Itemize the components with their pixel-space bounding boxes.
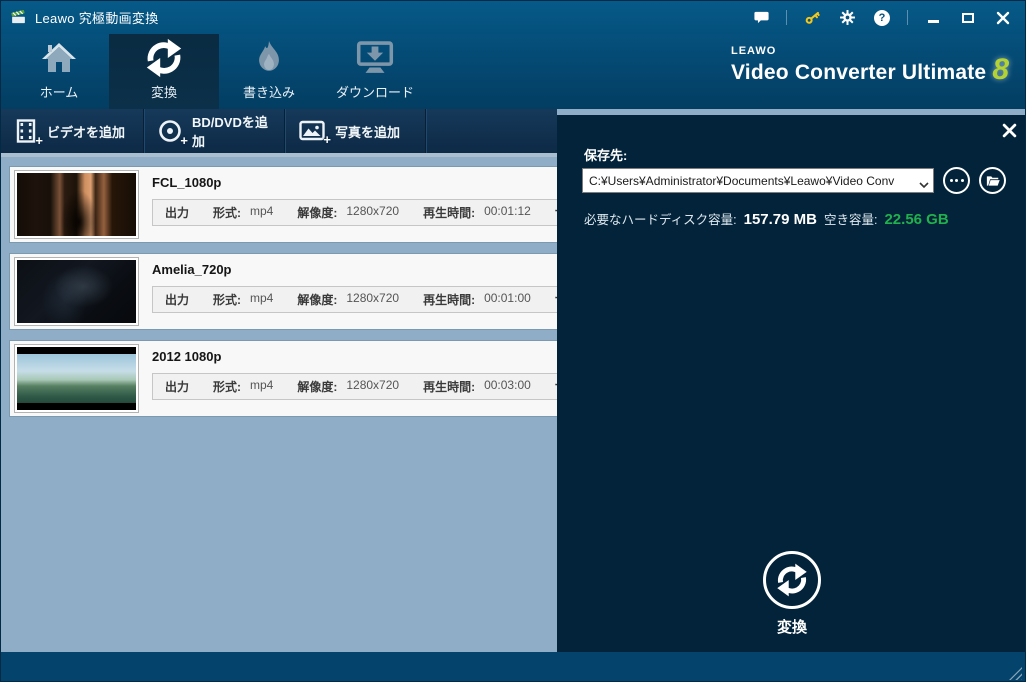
resolution-label: 解像度: <box>297 380 338 394</box>
format-value: mp4 <box>250 291 274 305</box>
add-video-button[interactable]: + ビデオを追加 <box>1 109 143 153</box>
titlebar-separator <box>786 10 787 25</box>
open-folder-button[interactable] <box>979 167 1006 194</box>
navbar: ホーム 変換 書き込み ダウンロード LEAWO Video Converter… <box>1 34 1025 109</box>
add-video-label: ビデオを追加 <box>47 124 126 140</box>
video-thumbnail <box>14 344 139 413</box>
resolution-value: 1280x720 <box>346 204 400 218</box>
ellipsis-icon <box>949 179 964 182</box>
capacity-info: 必要なハードディスク容量: 157.79 MB 空き容量: 22.56 GB <box>584 209 949 228</box>
tab-convert-label: 変換 <box>150 85 177 100</box>
resize-grip[interactable] <box>1009 667 1022 680</box>
duration-label: 再生時間: <box>423 293 476 307</box>
app-window: Leawo 究極動画変換 ? ホーム 変換 書き込み ダウンロード LEAWO … <box>0 0 1026 682</box>
output-label: 出力 <box>165 293 190 307</box>
tab-download-label: ダウンロード <box>335 85 414 100</box>
filmstrip-plus-icon: + <box>15 119 43 148</box>
download-icon <box>356 35 394 81</box>
save-destination-label: 保存先: <box>584 148 628 163</box>
window-title: Leawo 究極動画変換 <box>35 11 159 26</box>
disc-plus-icon: + <box>158 119 188 148</box>
format-label: 形式: <box>213 380 242 394</box>
maximize-button[interactable] <box>958 8 978 28</box>
output-label: 出力 <box>165 380 190 394</box>
resolution-value: 1280x720 <box>346 291 400 305</box>
flame-icon <box>252 35 286 81</box>
folder-icon <box>986 175 1000 186</box>
product-name: Video Converter Ultimate <box>730 61 987 84</box>
convert-button-label: 変換 <box>776 619 807 636</box>
register-key-icon[interactable] <box>802 8 822 28</box>
format-label: 形式: <box>213 293 242 307</box>
brand-name: LEAWO <box>730 45 777 57</box>
duration-value: 00:01:12 <box>484 204 531 218</box>
convert-button[interactable] <box>763 551 821 609</box>
convert-sync-icon <box>143 35 185 81</box>
minimize-button[interactable] <box>923 8 943 28</box>
add-photo-button[interactable]: + 写真を追加 <box>285 109 425 153</box>
convert-panel: 保存先: 必要なハードディスク容量: 157.79 MB 空き容量: 22.56… <box>557 115 1025 652</box>
tab-home[interactable]: ホーム <box>9 34 109 109</box>
video-thumbnail <box>14 257 139 326</box>
add-photo-label: 写真を追加 <box>335 124 401 140</box>
duration-label: 再生時間: <box>423 380 476 394</box>
save-path-input[interactable] <box>582 168 934 193</box>
statusbar <box>1 652 1025 681</box>
tab-download[interactable]: ダウンロード <box>319 34 431 109</box>
free-space-label: 空き容量: <box>823 213 878 227</box>
video-thumbnail <box>14 170 139 239</box>
required-space-label: 必要なハードディスク容量: <box>584 213 737 227</box>
product-version: 8 <box>992 53 1009 86</box>
toolbar: + ビデオを追加 + BD/DVDを追加 + 写真を追加 <box>1 109 557 153</box>
help-icon[interactable]: ? <box>872 8 892 28</box>
format-value: mp4 <box>250 204 274 218</box>
panel-close-icon[interactable] <box>1000 121 1018 139</box>
tab-home-label: ホーム <box>39 85 79 100</box>
feedback-icon[interactable] <box>751 8 771 28</box>
close-button[interactable] <box>993 8 1013 28</box>
resolution-label: 解像度: <box>297 206 338 220</box>
tab-convert[interactable]: 変換 <box>109 34 219 109</box>
titlebar: Leawo 究極動画変換 ? <box>1 1 1025 34</box>
output-label: 出力 <box>165 206 190 220</box>
duration-value: 00:03:00 <box>484 378 531 392</box>
product-logo: LEAWO Video Converter Ultimate 8 <box>731 34 1025 109</box>
add-bddvd-button[interactable]: + BD/DVDを追加 <box>144 109 284 153</box>
resolution-label: 解像度: <box>297 293 338 307</box>
duration-label: 再生時間: <box>423 206 476 220</box>
add-bddvd-label: BD/DVDを追加 <box>192 115 268 149</box>
home-icon <box>39 35 79 81</box>
duration-value: 00:01:00 <box>484 291 531 305</box>
titlebar-separator <box>907 10 908 25</box>
browse-button[interactable] <box>943 167 970 194</box>
save-path-combobox[interactable] <box>582 168 934 193</box>
chevron-down-icon[interactable] <box>919 176 929 194</box>
required-space-value: 157.79 MB <box>743 211 817 228</box>
photo-plus-icon: + <box>299 120 331 147</box>
format-label: 形式: <box>213 206 242 220</box>
settings-gear-icon[interactable] <box>837 8 857 28</box>
resolution-value: 1280x720 <box>346 378 400 392</box>
clapperboard-icon <box>10 9 27 26</box>
format-value: mp4 <box>250 378 274 392</box>
tab-burn[interactable]: 書き込み <box>219 34 319 109</box>
free-space-value: 22.56 GB <box>884 211 949 228</box>
toolbar-divider <box>425 109 426 153</box>
tab-burn-label: 書き込み <box>242 85 295 100</box>
convert-sync-icon <box>777 563 807 597</box>
